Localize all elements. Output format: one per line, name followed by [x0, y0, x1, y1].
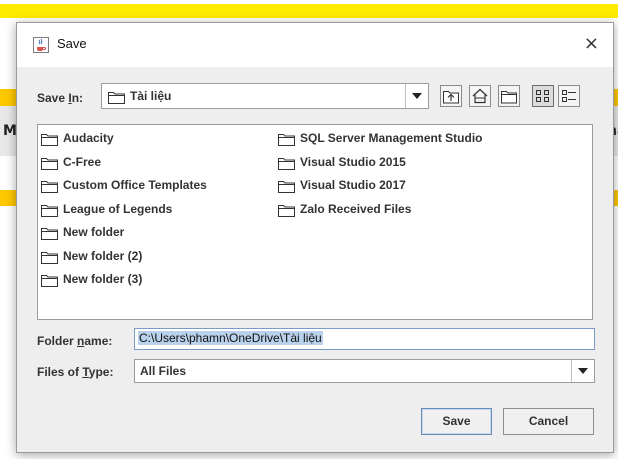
folder-item-label: League of Legends — [63, 201, 173, 216]
folder-item-label: SQL Server Management Studio — [300, 131, 483, 145]
save-in-dropdown-arrow[interactable] — [405, 84, 428, 108]
folder-item-label: Audacity — [63, 131, 114, 145]
save-button[interactable]: Save — [421, 408, 492, 435]
background-yellow-band — [0, 4, 618, 18]
details-view-icon — [562, 90, 576, 102]
folder-name-field[interactable]: C:\Users\phamn\OneDrive\Tài liệu — [134, 328, 595, 350]
save-in-value: Tài liệu — [130, 89, 172, 103]
files-of-type-label: Files of Type: — [37, 365, 113, 379]
close-button[interactable]: × — [584, 34, 599, 54]
folder-item-label: New folder — [63, 225, 125, 239]
new-folder-icon — [501, 91, 517, 104]
create-new-folder-button[interactable] — [498, 85, 520, 107]
files-of-type-value: All Files — [140, 364, 187, 378]
files-of-type-label-prefix: Files of — [37, 365, 83, 379]
folder-icon — [278, 157, 295, 170]
folder-icon — [278, 204, 295, 217]
folder-icon — [41, 157, 58, 170]
files-of-type-label-suffix: ype: — [88, 365, 114, 379]
folder-item-label: Custom Office Templates — [63, 178, 207, 192]
folder-icon — [41, 275, 58, 287]
dialog-title: Save — [57, 36, 87, 51]
save-in-combo[interactable]: Tài liệu — [101, 83, 429, 109]
java-cup-icon — [33, 37, 49, 53]
files-of-type-combo[interactable]: All Files — [134, 359, 595, 383]
file-list[interactable]: Audacity C-Free Custom Office Templates Lea… — [37, 124, 593, 320]
folder-icon — [278, 134, 295, 146]
folder-item-label: New folder (2) — [63, 248, 143, 263]
save-in-label: Save In: — [37, 91, 83, 105]
folder-item-label: Visual Studio 2015 — [300, 154, 406, 169]
folder-item-label: New folder (3) — [63, 272, 143, 286]
folder-name-label-suffix: ame: — [84, 334, 113, 348]
home-button[interactable] — [469, 85, 491, 107]
list-view-icon — [536, 90, 549, 102]
folder-item-label: Visual Studio 2017 — [300, 178, 406, 192]
save-in-label-suffix: n: — [71, 91, 84, 105]
folder-icon — [278, 181, 295, 193]
save-in-label-prefix: Save — [37, 91, 69, 105]
folder-up-icon — [443, 91, 459, 104]
save-dialog: Save × Save In: Tài liệu Audacity C-Free… — [16, 22, 614, 453]
folder-item-label: Zalo Received Files — [300, 201, 412, 216]
title-bar: Save × — [17, 23, 613, 67]
cancel-button[interactable]: Cancel — [503, 408, 594, 435]
folder-icon — [108, 92, 125, 104]
folder-name-label: Folder name: — [37, 334, 112, 348]
folder-name-value[interactable]: C:\Users\phamn\OneDrive\Tài liệu — [138, 331, 323, 345]
folder-icon — [41, 204, 58, 217]
files-of-type-dropdown-arrow[interactable] — [571, 360, 594, 382]
folder-icon — [41, 251, 58, 264]
up-one-level-button[interactable] — [440, 85, 462, 107]
folder-icon — [41, 228, 58, 240]
background-letter-left: M — [3, 123, 17, 139]
folder-item-label: C-Free — [63, 154, 102, 169]
folder-icon — [41, 181, 58, 193]
list-view-button[interactable] — [532, 85, 554, 107]
details-view-button[interactable] — [558, 85, 580, 107]
folder-name-label-prefix: Folder — [37, 334, 78, 348]
folder-icon — [41, 134, 58, 146]
home-icon — [472, 88, 488, 104]
